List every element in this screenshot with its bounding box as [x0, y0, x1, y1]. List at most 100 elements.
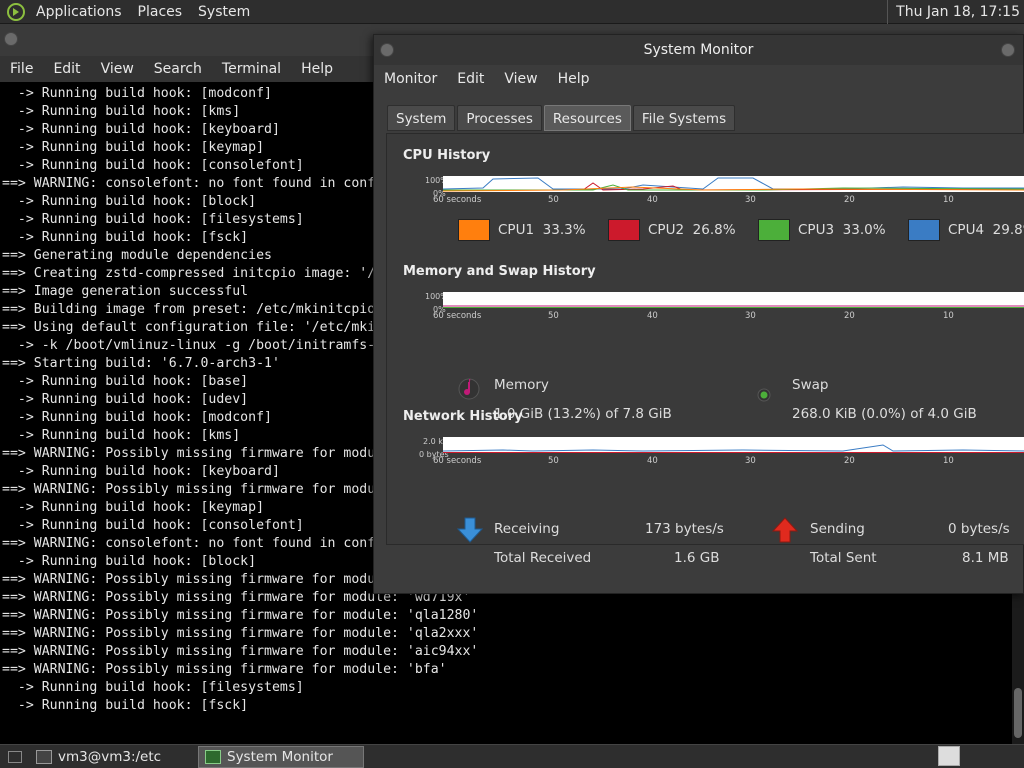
memory-x-tick-50: 50 [548, 311, 559, 321]
cpu-x-tick-60: 60 seconds [433, 195, 482, 205]
window-title: System Monitor [643, 42, 754, 58]
distro-logo-icon[interactable] [4, 0, 28, 24]
menu-places[interactable]: Places [130, 4, 191, 20]
tab-system[interactable]: System [387, 105, 456, 131]
window-menu-button[interactable] [380, 43, 394, 57]
network-x-tick-40: 40 [647, 456, 658, 466]
menu-help[interactable]: Help [548, 71, 600, 87]
swap-label: Swap [792, 377, 829, 393]
menu-applications[interactable]: Applications [28, 4, 130, 20]
receiving-value: 173 bytes/s [645, 521, 724, 537]
menu-system[interactable]: System [190, 4, 258, 20]
menu-view[interactable]: View [494, 71, 547, 87]
cpu4-label: CPU4 [948, 222, 985, 238]
receiving-label: Receiving [494, 521, 560, 537]
memory-label: Memory [494, 377, 549, 393]
cpu-history-graph [442, 176, 1024, 192]
menu-file[interactable]: File [0, 61, 43, 77]
receiving-arrow-icon[interactable] [456, 516, 484, 548]
sending-value: 0 bytes/s [948, 521, 1010, 537]
menu-view[interactable]: View [91, 61, 144, 77]
cpu1-label: CPU1 [498, 222, 535, 238]
terminal-icon [36, 749, 52, 764]
menu-edit[interactable]: Edit [43, 61, 90, 77]
cpu2-label: CPU2 [648, 222, 685, 238]
cpu4-value: 29.8% [992, 222, 1024, 238]
bottom-taskbar: vm3@vm3:/etc System Monitor [0, 744, 1024, 768]
sending-label: Sending [810, 521, 865, 537]
cpu2-legend[interactable]: CPU2 26.8% [608, 219, 736, 241]
network-x-tick-30: 30 [745, 456, 756, 466]
top-panel: Applications Places System Thu Jan 18, 1… [0, 0, 1024, 24]
cpu-x-tick-20: 20 [844, 195, 855, 205]
cpu1-value: 33.3% [542, 222, 586, 238]
sending-arrow-icon[interactable] [771, 516, 799, 548]
memory-x-tick-30: 30 [745, 311, 756, 321]
total-sent-value: 8.1 MB [962, 550, 1009, 566]
cpu-history-title: CPU History [403, 148, 491, 163]
network-x-tick-20: 20 [844, 456, 855, 466]
tab-file-systems[interactable]: File Systems [632, 105, 736, 131]
cpu1-color-swatch[interactable] [458, 219, 490, 241]
window-close-button[interactable] [1001, 43, 1015, 57]
swap-value: 268.0 KiB (0.0%) of 4.0 GiB [792, 406, 977, 422]
clock[interactable]: Thu Jan 18, 17:15 [887, 0, 1020, 24]
system-monitor-icon [205, 749, 221, 764]
workspace-switcher[interactable] [938, 746, 960, 766]
swap-pie-icon[interactable] [757, 387, 771, 406]
cpu-x-tick-30: 30 [745, 195, 756, 205]
total-received-label: Total Received [494, 550, 592, 566]
resources-panel: CPU History 100% 0% 60 seconds 50 40 30 … [386, 133, 1024, 566]
terminal-line: ==> WARNING: Possibly missing firmware f… [2, 644, 479, 659]
terminal-line: ==> WARNING: Possibly missing firmware f… [2, 608, 479, 623]
menu-terminal[interactable]: Terminal [212, 61, 291, 77]
network-history-graph [442, 437, 1024, 453]
cpu2-color-swatch[interactable] [608, 219, 640, 241]
scrollbar-thumb[interactable] [1014, 688, 1022, 738]
cpu-x-tick-10: 10 [943, 195, 954, 205]
tab-resources[interactable]: Resources [543, 105, 631, 131]
window-menu-button[interactable] [4, 32, 18, 46]
network-history-title: Network History [403, 409, 523, 424]
network-x-tick-50: 50 [548, 456, 559, 466]
network-x-tick-60: 60 seconds [433, 456, 482, 466]
memory-x-tick-20: 20 [844, 311, 855, 321]
menu-monitor[interactable]: Monitor [374, 71, 447, 87]
cpu2-value: 26.8% [692, 222, 736, 238]
taskbar-item-label: vm3@vm3:/etc [58, 748, 162, 765]
cpu4-legend[interactable]: CPU4 29.8% [908, 219, 1024, 241]
total-received-value: 1.6 GB [674, 550, 720, 566]
memory-x-tick-10: 10 [943, 311, 954, 321]
memory-history-graph [443, 292, 1024, 308]
memory-history-title: Memory and Swap History [403, 264, 596, 279]
memory-x-tick-60: 60 seconds [433, 311, 482, 321]
taskbar-item-label: System Monitor [227, 748, 333, 765]
cpu4-color-swatch[interactable] [908, 219, 940, 241]
cpu1-legend[interactable]: CPU1 33.3% [458, 219, 586, 241]
memory-pie-icon[interactable] [457, 377, 481, 405]
cpu-x-tick-50: 50 [548, 195, 559, 205]
total-sent-label: Total Sent [810, 550, 877, 566]
network-x-tick-10: 10 [943, 456, 954, 466]
memory-x-tick-40: 40 [647, 311, 658, 321]
taskbar-item-system-monitor[interactable]: System Monitor [198, 745, 364, 768]
cpu3-legend[interactable]: CPU3 33.0% [758, 219, 886, 241]
cpu3-label: CPU3 [798, 222, 835, 238]
show-desktop-icon[interactable] [0, 746, 30, 768]
terminal-line: -> Running build hook: [fsck] [2, 698, 249, 713]
terminal-line: ==> WARNING: Possibly missing firmware f… [2, 662, 447, 677]
terminal-line: -> Running build hook: [filesystems] [2, 680, 304, 695]
sysmon-titlebar[interactable]: System Monitor [374, 35, 1023, 65]
sysmon-menubar: Monitor Edit View Help [374, 65, 1023, 93]
menu-edit[interactable]: Edit [447, 71, 494, 87]
cpu3-value: 33.0% [842, 222, 886, 238]
menu-search[interactable]: Search [144, 61, 212, 77]
cpu3-color-swatch[interactable] [758, 219, 790, 241]
terminal-line: ==> WARNING: Possibly missing firmware f… [2, 626, 479, 641]
sysmon-tabs: System Processes Resources File Systems [387, 105, 737, 131]
menu-help[interactable]: Help [291, 61, 343, 77]
system-monitor-window: System Monitor Monitor Edit View Help Sy… [373, 34, 1024, 594]
cpu-x-tick-40: 40 [647, 195, 658, 205]
taskbar-item-terminal[interactable]: vm3@vm3:/etc [30, 746, 196, 768]
tab-processes[interactable]: Processes [457, 105, 542, 131]
